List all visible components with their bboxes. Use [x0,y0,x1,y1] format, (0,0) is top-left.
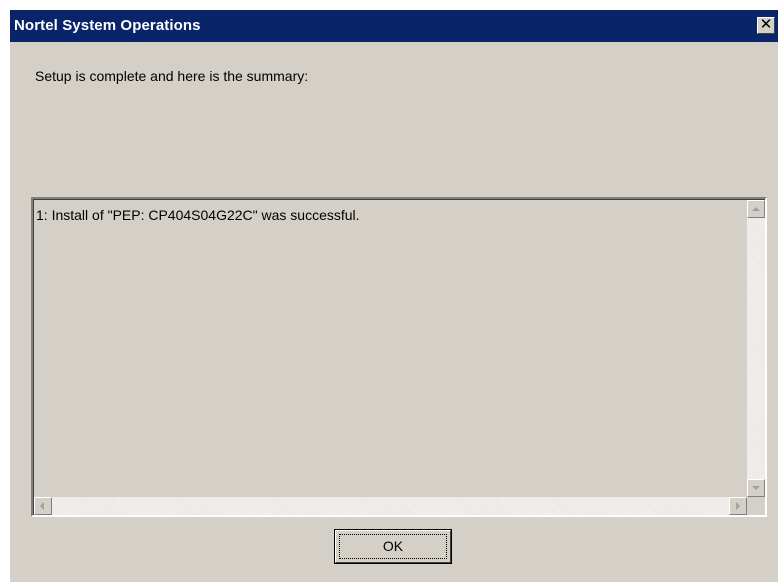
scroll-down-button[interactable] [747,479,765,497]
summary-textbox[interactable]: 1: Install of "PEP: CP404S04G22C" was su… [31,197,767,517]
summary-textbox-content: 1: Install of "PEP: CP404S04G22C" was su… [33,199,765,515]
horizontal-scrollbar[interactable] [34,497,747,515]
ok-button[interactable]: OK [334,529,452,564]
arrow-right-icon [736,502,740,510]
scroll-left-button[interactable] [34,497,52,515]
title-bar[interactable]: Nortel System Operations ✕ [10,10,778,42]
summary-label: Setup is complete and here is the summar… [35,68,309,84]
close-icon: ✕ [759,16,773,33]
scroll-up-button[interactable] [747,200,765,218]
vertical-scrollbar[interactable] [747,200,765,497]
arrow-down-icon [752,486,760,490]
close-button[interactable]: ✕ [757,17,775,34]
arrow-up-icon [752,207,760,211]
scroll-right-button[interactable] [729,497,747,515]
log-line: 1: Install of "PEP: CP404S04G22C" was su… [36,207,360,223]
arrow-left-icon [40,502,44,510]
ok-button-label: OK [382,538,404,554]
dialog-window: Nortel System Operations ✕ Setup is comp… [10,10,778,582]
window-title: Nortel System Operations [14,17,201,34]
scrollbar-corner [747,497,765,515]
